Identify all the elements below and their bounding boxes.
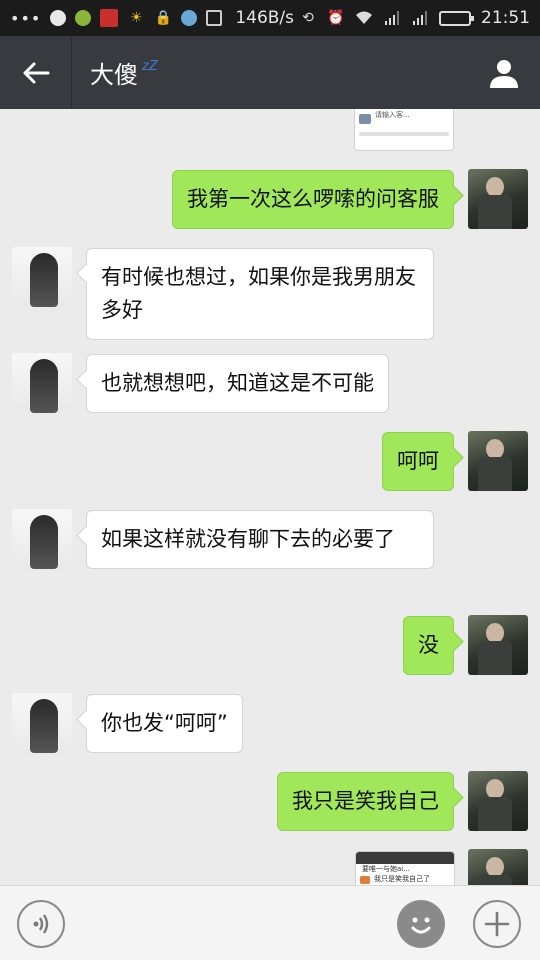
message-input[interactable]: [80, 904, 390, 944]
message-text: 我第一次这么啰嗦的问客服: [187, 187, 439, 211]
message-text: 呵呵: [397, 449, 439, 473]
more-button[interactable]: [473, 900, 521, 948]
message-text: 有时候也想过，如果你是我男朋友多好: [101, 265, 416, 322]
profile-button[interactable]: [468, 36, 540, 109]
message-text: 没: [418, 633, 439, 657]
message-bubble-outgoing[interactable]: 我只是笑我自己: [277, 772, 454, 831]
lock-icon: 🔒: [154, 10, 173, 26]
message-bubble-incoming[interactable]: 你也发“呵呵”: [86, 694, 243, 753]
battery-icon: [439, 10, 474, 26]
image-message[interactable]: 要唯一与她ai... 我只是笑我自己了: [355, 851, 455, 885]
my-avatar[interactable]: [468, 615, 528, 675]
voice-button[interactable]: [17, 900, 65, 948]
chat-header: 大傻 zZ: [0, 36, 540, 109]
rotate-icon: ⟲: [302, 10, 314, 26]
arrow-left-icon: [23, 62, 49, 83]
message-text: 你也发“呵呵”: [101, 711, 228, 735]
message-list[interactable]: 请输入客... 我第一次这么啰嗦的问客服 有时候也想过，如果你是我男朋友多好 也…: [0, 109, 540, 885]
contact-avatar[interactable]: [12, 247, 72, 307]
app-icon-green: [75, 10, 92, 26]
emoji-button[interactable]: [397, 900, 445, 948]
message-bubble-outgoing[interactable]: 没: [403, 616, 454, 675]
safari-like-icon: [181, 10, 198, 26]
sun-icon: ☀: [130, 10, 143, 26]
net-speed: 146B/s: [235, 8, 295, 28]
alarm-icon: ⏰: [327, 10, 345, 26]
status-bar: ••• ☀ 🔒 146B/s ⟲ ⏰ 21:51: [0, 0, 540, 36]
image-message-text: 要唯一与她ai...: [362, 865, 410, 873]
person-icon: [490, 59, 518, 88]
my-avatar[interactable]: [468, 771, 528, 831]
notification-dots-icon: •••: [10, 8, 42, 28]
back-button[interactable]: [0, 36, 72, 109]
clock: 21:51: [481, 8, 530, 28]
wifi-icon: [355, 9, 373, 27]
signal-icon: [383, 9, 401, 27]
my-avatar[interactable]: [468, 849, 528, 885]
contact-avatar[interactable]: [12, 509, 72, 569]
message-bubble-outgoing[interactable]: 呵呵: [382, 432, 454, 491]
image-message-text: 我只是笑我自己了: [374, 875, 430, 883]
image-message[interactable]: 请输入客...: [354, 109, 454, 151]
voice-icon: [33, 914, 49, 934]
contact-avatar[interactable]: [12, 693, 72, 753]
signal-r-icon: [411, 9, 429, 27]
plus-icon: [484, 911, 510, 937]
app-icon-red: [100, 9, 119, 27]
message-bubble-outgoing[interactable]: 我第一次这么啰嗦的问客服: [172, 170, 454, 229]
input-bar: [0, 885, 540, 960]
emoji-icon: [403, 906, 439, 942]
image-message-text: 请输入客...: [375, 111, 410, 119]
message-bubble-incoming[interactable]: 如果这样就没有聊下去的必要了: [86, 510, 434, 569]
my-avatar[interactable]: [468, 431, 528, 491]
message-text: 也就想想吧，知道这是不可能: [101, 371, 374, 395]
android-icon: [50, 10, 67, 26]
message-text: 我只是笑我自己: [292, 789, 439, 813]
mute-status-icon: zZ: [142, 59, 158, 74]
my-avatar[interactable]: [468, 169, 528, 229]
message-text: 如果这样就没有聊下去的必要了: [101, 527, 395, 551]
message-bubble-incoming[interactable]: 有时候也想过，如果你是我男朋友多好: [86, 248, 434, 340]
screen-capture-icon: [206, 10, 223, 26]
chat-title: 大傻: [90, 61, 138, 89]
message-bubble-incoming[interactable]: 也就想想吧，知道这是不可能: [86, 354, 389, 413]
contact-avatar[interactable]: [12, 353, 72, 413]
